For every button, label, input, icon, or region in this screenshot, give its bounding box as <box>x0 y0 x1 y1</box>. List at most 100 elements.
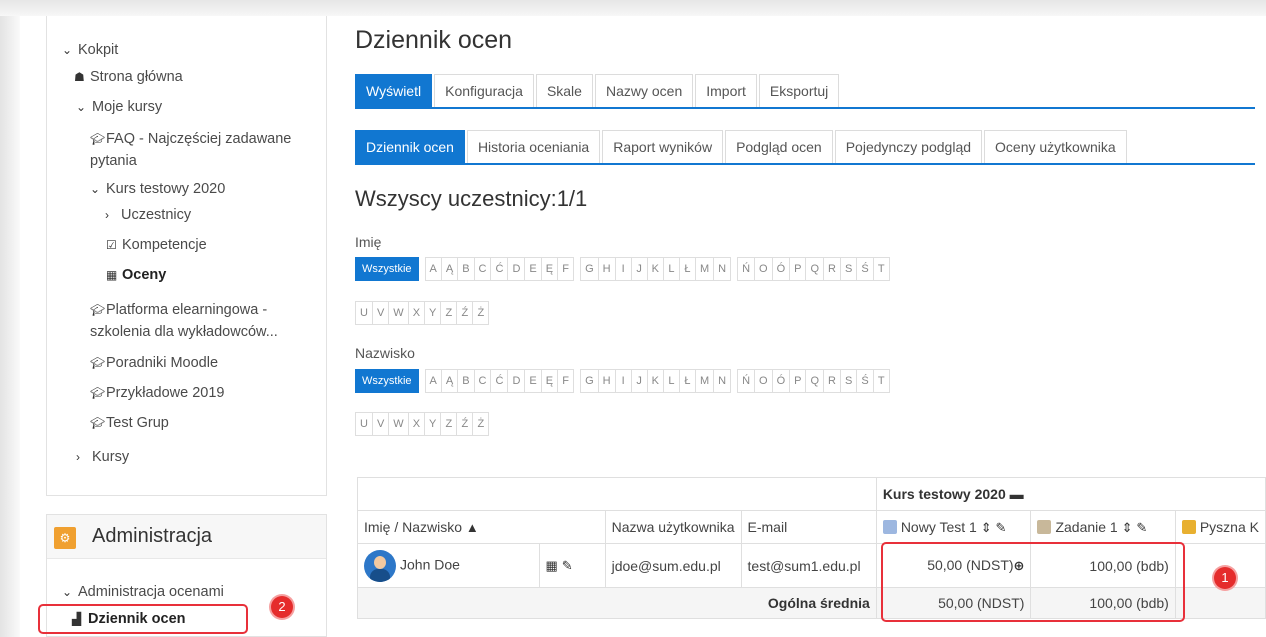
first-name-initial-letter[interactable]: W <box>389 301 409 325</box>
first-name-initial-letter[interactable]: M <box>695 257 715 281</box>
first-name-initial-letter[interactable]: N <box>714 257 732 281</box>
first-name-initial-letter[interactable]: V <box>372 301 390 325</box>
last-name-initial-letter[interactable]: H <box>598 369 616 393</box>
first-name-initial-letter[interactable]: Ż <box>473 301 490 325</box>
nav-course-platforma[interactable]: 🎓︎Platforma elearningowa - szkolenia dla… <box>90 299 315 343</box>
first-name-initial-letter[interactable]: J <box>631 257 648 281</box>
first-name-initial-letter[interactable]: H <box>598 257 616 281</box>
last-name-initial-letter[interactable]: P <box>790 369 807 393</box>
first-name-initial-letter[interactable]: A <box>424 257 442 281</box>
last-name-initial-letter[interactable]: Ź <box>457 412 474 436</box>
nav-course-faq[interactable]: 🎓︎FAQ - Najczęściej zadawane pytania <box>90 128 315 172</box>
last-name-initial-letter[interactable]: A <box>424 369 442 393</box>
first-name-initial-letter[interactable]: L <box>663 257 680 281</box>
nav-kokpit[interactable]: ⌄ Kokpit <box>62 42 118 58</box>
nav-uczestnicy[interactable]: › Uczestnicy <box>105 207 191 223</box>
tab-skale[interactable]: Skale <box>535 74 593 108</box>
nav-course-test-grup[interactable]: 🎓︎Test Grup <box>90 415 169 431</box>
last-name-initial-letter[interactable]: L <box>663 369 680 393</box>
first-name-initial-letter[interactable]: Ś <box>857 257 874 281</box>
sort-asc-icon[interactable]: ▲ <box>466 520 479 535</box>
tab-oceny-uzytkownika[interactable]: Oceny użytkownika <box>984 130 1127 164</box>
col-header-username[interactable]: Nazwa użytkownika <box>604 510 742 544</box>
nav-moje-kursy[interactable]: ⌄ Moje kursy <box>76 99 162 115</box>
tab-historia-oceniania[interactable]: Historia oceniania <box>466 130 601 164</box>
nav-course-poradniki[interactable]: 🎓︎Poradniki Moodle <box>90 355 218 371</box>
first-name-initial-letter[interactable]: U <box>355 301 373 325</box>
sort-icon[interactable]: ⇕ <box>1122 520 1133 535</box>
first-name-initial-letter[interactable]: Z <box>441 301 458 325</box>
last-name-initial-letter[interactable]: I <box>615 369 632 393</box>
first-name-initial-letter[interactable]: Ł <box>679 257 696 281</box>
col-header-item3[interactable]: Pyszna K <box>1174 510 1266 544</box>
avatar[interactable] <box>364 549 396 582</box>
first-name-initial-letter[interactable]: Q <box>806 257 825 281</box>
col-header-email[interactable]: E-mail <box>740 510 877 544</box>
first-name-initial-letter[interactable]: B <box>458 257 475 281</box>
tab-import[interactable]: Import <box>695 74 757 108</box>
first-name-initial-letter[interactable]: S <box>841 257 858 281</box>
first-name-initial-letter[interactable]: T <box>873 257 890 281</box>
first-name-initial-letter[interactable]: Ą <box>441 257 459 281</box>
pencil-icon[interactable]: ✎ <box>996 520 1007 535</box>
last-name-initial-letter[interactable]: Ę <box>541 369 559 393</box>
last-name-initial-letter[interactable]: Ć <box>491 369 509 393</box>
first-name-initial-letter[interactable]: C <box>474 257 492 281</box>
nav-strona-glowna[interactable]: ☗ Strona główna <box>74 69 183 85</box>
last-name-initial-letter[interactable]: K <box>647 369 664 393</box>
first-name-initial-letter[interactable]: X <box>408 301 426 325</box>
first-name-initial-letter[interactable]: P <box>790 257 807 281</box>
last-name-initial-letter[interactable]: W <box>389 412 409 436</box>
col-header-item1[interactable]: Nowy Test 1 ⇕ ✎ <box>875 510 1032 544</box>
tab-wyswietl[interactable]: Wyświetl <box>355 74 433 108</box>
sort-icon[interactable]: ⇕ <box>981 520 992 535</box>
first-name-initial-all[interactable]: Wszystkie <box>355 257 419 281</box>
last-name-initial-letter[interactable]: S <box>841 369 858 393</box>
first-name-initial-letter[interactable]: G <box>580 257 599 281</box>
last-name-initial-letter[interactable]: M <box>695 369 715 393</box>
tab-pojedynczy-podglad[interactable]: Pojedynczy podgląd <box>834 130 983 164</box>
tab-eksportuj[interactable]: Eksportuj <box>758 74 840 108</box>
last-name-initial-letter[interactable]: D <box>508 369 526 393</box>
first-name-initial-letter[interactable]: Ń <box>737 257 756 281</box>
tab-dziennik-ocen[interactable]: Dziennik ocen <box>355 130 465 164</box>
last-name-initial-letter[interactable]: E <box>525 369 542 393</box>
course-category-header[interactable]: Kurs testowy 2020 ▬ <box>875 477 1266 511</box>
tab-podglad-ocen[interactable]: Podgląd ocen <box>725 130 833 164</box>
first-name-initial-letter[interactable]: F <box>558 257 575 281</box>
first-name-initial-letter[interactable]: K <box>647 257 664 281</box>
last-name-initial-letter[interactable]: Z <box>441 412 458 436</box>
last-name-initial-letter[interactable]: R <box>824 369 841 393</box>
first-name-initial-letter[interactable]: D <box>508 257 526 281</box>
last-name-initial-letter[interactable]: Ó <box>772 369 791 393</box>
col-header-name[interactable]: Imię / Nazwisko ▲ <box>357 510 606 544</box>
last-name-initial-letter[interactable]: Ą <box>441 369 459 393</box>
first-name-initial-letter[interactable]: Ć <box>491 257 509 281</box>
user-name-cell[interactable]: John Doe <box>357 543 540 588</box>
nav-course-kurs-testowy[interactable]: ⌄ Kurs testowy 2020 <box>90 181 225 197</box>
last-name-initial-all[interactable]: Wszystkie <box>355 369 419 393</box>
last-name-initial-letter[interactable]: J <box>631 369 648 393</box>
last-name-initial-letter[interactable]: O <box>755 369 773 393</box>
col-header-item2[interactable]: Zadanie 1 ⇕ ✎ <box>1030 510 1176 544</box>
tab-konfiguracja[interactable]: Konfiguracja <box>434 74 534 108</box>
nav-oceny[interactable]: ▦ Oceny <box>106 267 166 283</box>
first-name-initial-letter[interactable]: O <box>755 257 773 281</box>
last-name-initial-letter[interactable]: B <box>458 369 475 393</box>
nav-administracja-ocenami[interactable]: ⌄ Administracja ocenami <box>62 584 224 600</box>
pencil-icon[interactable]: ✎ <box>562 558 573 573</box>
last-name-initial-letter[interactable]: C <box>474 369 492 393</box>
table-icon[interactable]: ▦ <box>546 558 558 573</box>
last-name-initial-letter[interactable]: F <box>558 369 575 393</box>
last-name-initial-letter[interactable]: V <box>372 412 390 436</box>
last-name-initial-letter[interactable]: X <box>408 412 426 436</box>
collapse-icon[interactable]: ▬ <box>1010 486 1024 502</box>
first-name-initial-letter[interactable]: I <box>615 257 632 281</box>
first-name-initial-letter[interactable]: Ó <box>772 257 791 281</box>
first-name-initial-letter[interactable]: E <box>525 257 542 281</box>
first-name-initial-letter[interactable]: Y <box>425 301 442 325</box>
pencil-icon[interactable]: ✎ <box>1136 520 1147 535</box>
last-name-initial-letter[interactable]: Ś <box>857 369 874 393</box>
last-name-initial-letter[interactable]: G <box>580 369 599 393</box>
tab-nazwy-ocen[interactable]: Nazwy ocen <box>594 74 694 108</box>
